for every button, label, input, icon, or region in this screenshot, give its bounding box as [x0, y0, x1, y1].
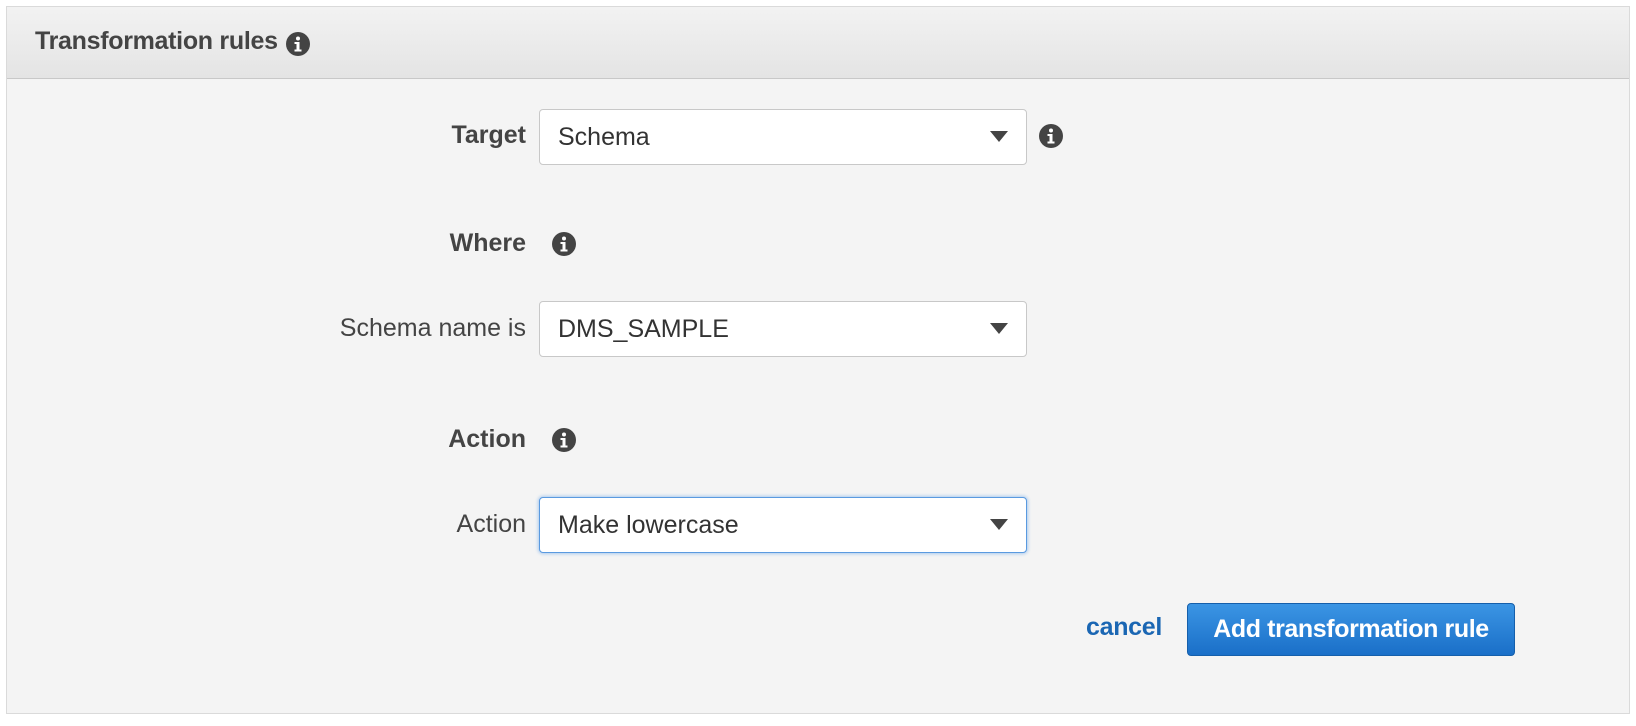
- transformation-rules-panel: Transformation rules Target Schema Where…: [6, 6, 1630, 714]
- where-heading: Where: [449, 229, 526, 257]
- cancel-link[interactable]: cancel: [1086, 613, 1162, 642]
- info-icon[interactable]: [552, 428, 576, 452]
- chevron-down-icon: [990, 519, 1008, 530]
- action-select[interactable]: Make lowercase: [539, 497, 1027, 553]
- target-select-value: Schema: [558, 123, 650, 151]
- action-label: Action: [456, 510, 526, 538]
- panel-header: Transformation rules: [7, 7, 1629, 79]
- panel-title: Transformation rules: [35, 27, 278, 55]
- action-select-value: Make lowercase: [558, 511, 739, 539]
- schema-name-select-value: DMS_SAMPLE: [558, 315, 729, 343]
- chevron-down-icon: [990, 323, 1008, 334]
- schema-name-label: Schema name is: [339, 314, 526, 342]
- chevron-down-icon: [990, 131, 1008, 142]
- add-transformation-rule-button[interactable]: Add transformation rule: [1187, 603, 1515, 656]
- info-icon[interactable]: [552, 232, 576, 256]
- target-select[interactable]: Schema: [539, 109, 1027, 165]
- target-label: Target: [451, 121, 526, 149]
- info-icon[interactable]: [286, 32, 310, 56]
- schema-name-select[interactable]: DMS_SAMPLE: [539, 301, 1027, 357]
- info-icon[interactable]: [1039, 124, 1063, 148]
- action-heading: Action: [448, 425, 526, 453]
